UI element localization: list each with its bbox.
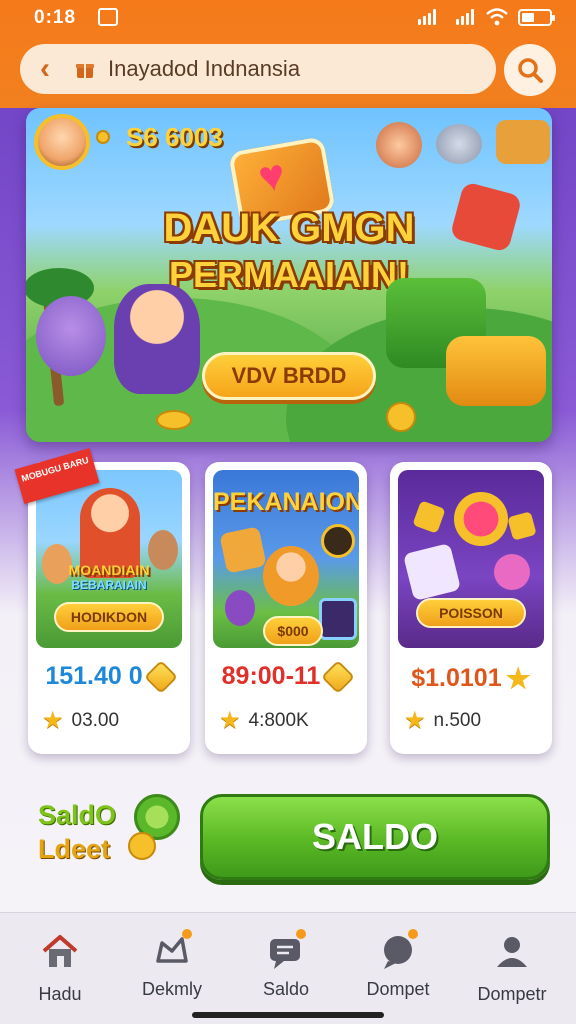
- nav-item-games[interactable]: Dekmly: [122, 929, 222, 1000]
- dice-icon: [219, 526, 267, 574]
- chevron-left-icon[interactable]: ‹: [20, 44, 70, 94]
- star-icon: ★: [219, 707, 241, 734]
- card-rating: ★ 4:800K: [219, 706, 309, 735]
- coin-icon: [143, 659, 178, 694]
- card-rating-value: 03.00: [71, 709, 120, 731]
- gamepad-icon: [152, 929, 192, 971]
- character-cat-icon: [436, 124, 482, 164]
- card-play-button[interactable]: POISSON: [416, 598, 526, 628]
- coin-icon: [321, 659, 356, 694]
- card-price: 89:00-11: [205, 659, 367, 694]
- nav-item-saldo[interactable]: Saldo: [236, 929, 336, 1000]
- status-time: 0:18: [34, 7, 77, 28]
- card-rating-value: n.500: [433, 709, 482, 731]
- saldo-button[interactable]: SALDO: [200, 794, 550, 880]
- notification-dot: [182, 929, 192, 939]
- gem-icon: [412, 500, 446, 534]
- game-card[interactable]: MOANDIAIN BEBARAIAIN HODIKDON MOBUGU BAR…: [14, 447, 190, 754]
- home-icon: [42, 935, 78, 967]
- chat-icon: [266, 929, 306, 971]
- star-icon: ★: [505, 663, 531, 694]
- nav-item-home[interactable]: Hadu: [10, 931, 110, 1005]
- signal-icon-2: [456, 9, 474, 25]
- avatar: [319, 598, 357, 640]
- game-card-art: MOANDIAIN BEBARAIAIN HODIKDON: [36, 470, 182, 648]
- card-art-title: MOANDIAIN: [68, 562, 150, 578]
- banner-title: DAUK GMGN: [163, 206, 415, 250]
- user-icon: [497, 937, 527, 967]
- coin-icon: [386, 402, 416, 432]
- card-price-value: $1.0101: [411, 664, 502, 692]
- signal-icon: [418, 9, 436, 25]
- banner-balance: S6 6003: [126, 122, 223, 152]
- search-button[interactable]: [504, 44, 556, 96]
- wifi-icon: [486, 8, 508, 26]
- avatar: [321, 524, 355, 558]
- card-art-subtitle: BEBARAIAIN: [71, 578, 147, 592]
- star-icon: ★: [404, 707, 426, 734]
- car-icon: [496, 120, 550, 164]
- nav-label: Dekmly: [141, 979, 202, 999]
- heart-badge-icon: [454, 492, 508, 546]
- home-indicator[interactable]: [192, 1012, 384, 1018]
- yellow-car-icon: [446, 336, 546, 406]
- card-play-button[interactable]: $000: [263, 616, 323, 646]
- card-rating: ★ 03.00: [42, 706, 119, 735]
- url-text: Inayadod Indnansia: [108, 56, 301, 81]
- card-rating-value: 4:800K: [248, 709, 309, 731]
- top-bar: 0:18 ‹ Inayadod Indnansia: [0, 0, 576, 108]
- star-icon: ★: [42, 707, 64, 734]
- address-bar[interactable]: ‹ Inayadod Indnansia: [20, 44, 496, 94]
- nav-label: Saldo: [262, 979, 310, 999]
- card-price-value: 89:00-11: [221, 662, 321, 690]
- coin-icon: [128, 832, 156, 860]
- notification-dot: [296, 929, 306, 939]
- gem-icon: [507, 511, 537, 541]
- card-price: 151.40 0: [28, 659, 190, 694]
- card-rating: ★ n.500: [404, 706, 481, 735]
- bottom-navigation: Hadu Dekmly Saldo Dompet Dompetr: [0, 912, 576, 1024]
- game-card[interactable]: POISSON $1.0101 ★ ★ n.500: [390, 462, 552, 754]
- character-icon: [225, 590, 255, 626]
- character-boy-icon: [114, 284, 200, 394]
- gift-icon: [74, 58, 96, 80]
- card-art-title: PEKANAION: [213, 488, 359, 516]
- notification-icon: [98, 8, 118, 26]
- character-creature-icon: [36, 296, 106, 376]
- notification-dot: [408, 929, 418, 939]
- search-icon: [518, 58, 543, 83]
- game-card-art: PEKANAION $000: [213, 470, 359, 648]
- nav-label: Dompet: [366, 979, 430, 999]
- nav-item-dompet[interactable]: Dompet: [348, 929, 448, 1000]
- message-icon: [378, 929, 418, 971]
- banner-cta-button[interactable]: VDV BRDD: [202, 352, 376, 400]
- coin-icon: [156, 410, 192, 430]
- heart-icon: [494, 554, 530, 590]
- wallet-label-line1: SaldO: [38, 800, 117, 830]
- character-icon: [263, 546, 319, 606]
- card-price: $1.0101 ★: [390, 662, 552, 695]
- dice-icon: [402, 542, 462, 602]
- card-price-value: 151.40 0: [45, 662, 143, 690]
- promo-banner[interactable]: S6 6003 DAUK GMGN PERMAAIAIN! VDV BRDD: [26, 108, 552, 442]
- battery-icon: [518, 9, 555, 26]
- nav-item-profile[interactable]: Dompetr: [462, 931, 562, 1005]
- status-bar: 0:18: [0, 0, 576, 36]
- game-card-art: POISSON: [398, 470, 544, 648]
- card-play-button[interactable]: HODIKDON: [54, 602, 164, 632]
- avatar[interactable]: [34, 114, 90, 170]
- nav-label: Dompetr: [477, 984, 547, 1004]
- coin-icon: [96, 130, 110, 144]
- game-card[interactable]: PEKANAION $000 89:00-11 ★ 4:800K: [205, 462, 367, 754]
- nav-label: Hadu: [38, 984, 82, 1004]
- character-girl-icon: [376, 122, 422, 168]
